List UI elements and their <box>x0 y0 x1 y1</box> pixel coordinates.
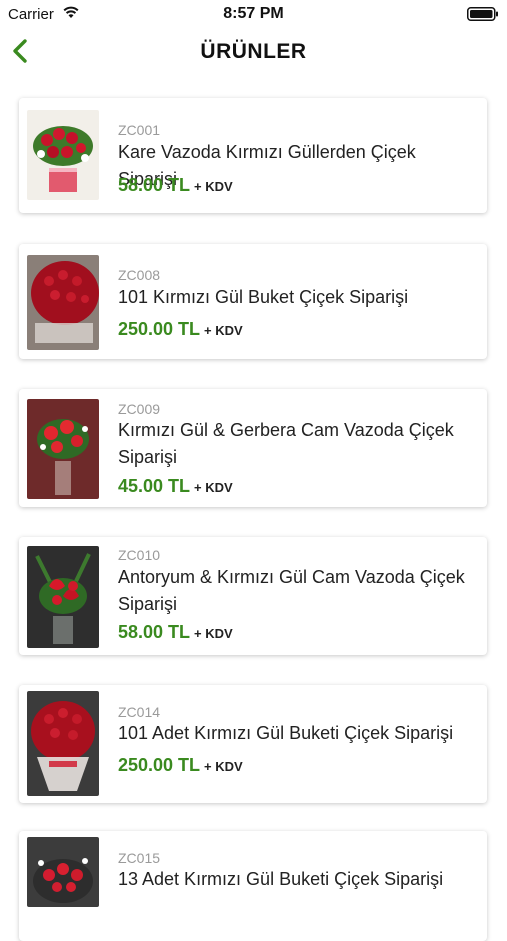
product-name: Kırmızı Gül & Gerbera Cam Vazoda Çiçek S… <box>118 420 454 467</box>
product-price: 250.00 TL <box>118 319 201 339</box>
product-name: Antoryum & Kırmızı Gül Cam Vazoda Çiçek … <box>118 567 465 614</box>
status-time: 8:57 PM <box>223 5 284 22</box>
product-card[interactable]: ZC008 101 Kırmızı Gül Buket Çiçek Sipari… <box>19 244 487 359</box>
price-row: 250.00 TL + KDV <box>118 319 243 340</box>
tax-label: + KDV <box>194 179 233 194</box>
product-image <box>27 110 99 200</box>
product-code: ZC014 <box>118 704 161 720</box>
product-code: ZC009 <box>118 401 161 417</box>
tax-label: + KDV <box>194 626 233 641</box>
product-card[interactable]: ZC010 Antoryum & Kırmızı Gül Cam Vazoda … <box>19 537 487 655</box>
product-price: 45.00 TL <box>118 476 191 496</box>
product-code: ZC015 <box>118 850 161 866</box>
product-price: 58.00 TL <box>118 175 191 195</box>
product-image <box>27 255 99 350</box>
price-row: 45.00 TL + KDV <box>118 476 233 497</box>
product-price: 250.00 TL <box>118 755 201 775</box>
status-bar: Carrier 8:57 PM <box>0 0 507 30</box>
product-image <box>27 546 99 648</box>
tax-label: + KDV <box>194 480 233 495</box>
tax-label: + KDV <box>204 323 243 338</box>
product-card[interactable]: ZC001 Kare Vazoda Kırmızı Güllerden Çiçe… <box>19 98 487 213</box>
page-title: ÜRÜNLER <box>200 40 307 63</box>
product-price: 58.00 TL <box>118 622 191 642</box>
product-name: 101 Adet Kırmızı Gül Buketi Çiçek Sipari… <box>118 723 454 743</box>
navigation-bar: ÜRÜNLER <box>0 32 507 72</box>
product-code: ZC008 <box>118 267 161 283</box>
price-row: 250.00 TL + KDV <box>118 755 243 776</box>
product-card[interactable]: ZC014 101 Adet Kırmızı Gül Buketi Çiçek … <box>19 685 487 803</box>
product-name: 13 Adet Kırmızı Gül Buketi Çiçek Sipariş… <box>118 869 444 889</box>
product-name: 101 Kırmızı Gül Buket Çiçek Siparişi <box>118 287 409 307</box>
product-image <box>27 691 99 796</box>
product-code: ZC001 <box>118 122 161 138</box>
product-code: ZC010 <box>118 547 161 563</box>
battery-icon <box>467 7 498 21</box>
price-row: 58.00 TL + KDV <box>118 175 233 196</box>
product-image <box>27 837 99 907</box>
tax-label: + KDV <box>204 759 243 774</box>
product-card[interactable]: ZC009 Kırmızı Gül & Gerbera Cam Vazoda Ç… <box>19 389 487 507</box>
product-image <box>27 399 99 499</box>
price-row: 58.00 TL + KDV <box>118 622 233 643</box>
product-card[interactable]: ZC015 13 Adet Kırmızı Gül Buketi Çiçek S… <box>19 831 487 941</box>
